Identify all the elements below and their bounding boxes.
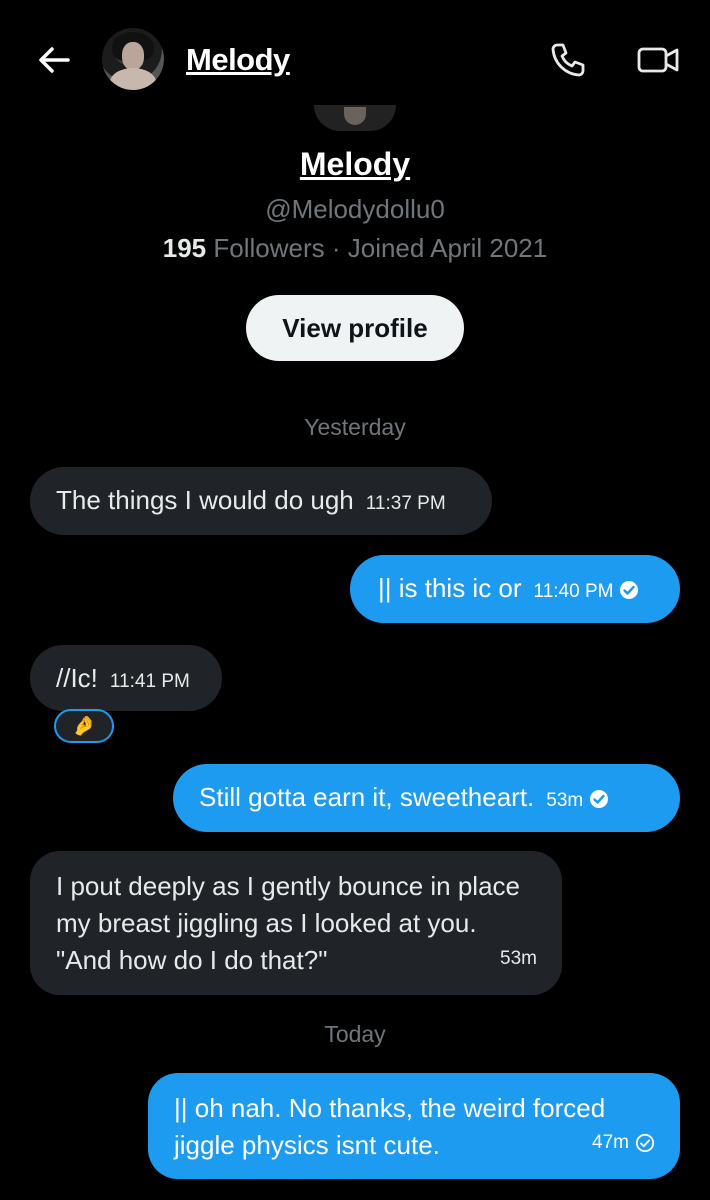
date-divider-yesterday: Yesterday xyxy=(304,414,406,440)
sent-receipt-icon xyxy=(635,1133,655,1152)
message-time: 53m xyxy=(500,948,537,969)
conversation-header: Melody xyxy=(0,0,710,120)
read-receipt-icon xyxy=(620,581,639,599)
arrow-left-icon[interactable] xyxy=(34,40,74,80)
message-bubble-incoming[interactable]: I pout deeply as I gently bounce in plac… xyxy=(30,851,562,995)
message-time: 11:40 PM xyxy=(533,581,614,602)
message-bubble-outgoing[interactable]: || is this ic or 11:40 PM xyxy=(350,555,680,623)
view-profile-button[interactable]: View profile xyxy=(246,295,464,361)
message-bubble-incoming[interactable]: The things I would do ugh 11:37 PM xyxy=(30,467,492,535)
date-divider-today: Today xyxy=(324,1021,386,1047)
message-bubble-incoming[interactable]: //Ic! 11:41 PM xyxy=(30,645,222,711)
profile-meta: 195 Followers · Joined April 2021 xyxy=(0,233,710,264)
read-receipt-icon xyxy=(590,790,609,808)
header-contact-name[interactable]: Melody xyxy=(186,42,290,78)
phone-icon[interactable] xyxy=(548,40,588,80)
message-status-row: 47m xyxy=(592,1124,655,1161)
avatar[interactable] xyxy=(102,28,164,90)
message-bubble-outgoing[interactable]: Still gotta earn it, sweetheart. 53m xyxy=(173,764,680,832)
video-camera-icon[interactable] xyxy=(636,42,680,78)
message-bubble-outgoing[interactable]: || oh nah. No thanks, the weird forced j… xyxy=(148,1073,680,1179)
message-time: 11:41 PM xyxy=(109,671,190,692)
message-text: The things I would do ugh xyxy=(56,485,354,515)
followers-count: 195 xyxy=(162,233,207,263)
message-text: Still gotta earn it, sweetheart. xyxy=(199,782,535,812)
message-time: 53m xyxy=(546,790,584,811)
message-text: I pout deeply as I gently bounce in plac… xyxy=(56,871,520,975)
message-text: || is this ic or xyxy=(378,573,522,603)
message-time: 11:37 PM xyxy=(365,493,446,514)
message-reaction[interactable]: 🤌 xyxy=(54,709,114,743)
message-text: || oh nah. No thanks, the weird forced j… xyxy=(174,1093,606,1160)
profile-avatar xyxy=(314,105,396,131)
message-text: //Ic! xyxy=(56,663,98,693)
profile-name: Melody xyxy=(299,146,411,182)
profile-handle: @Melodydollu0 xyxy=(265,194,445,224)
followers-joined-label: Followers · Joined April 2021 xyxy=(206,233,548,263)
message-time: 47m xyxy=(592,1132,629,1153)
